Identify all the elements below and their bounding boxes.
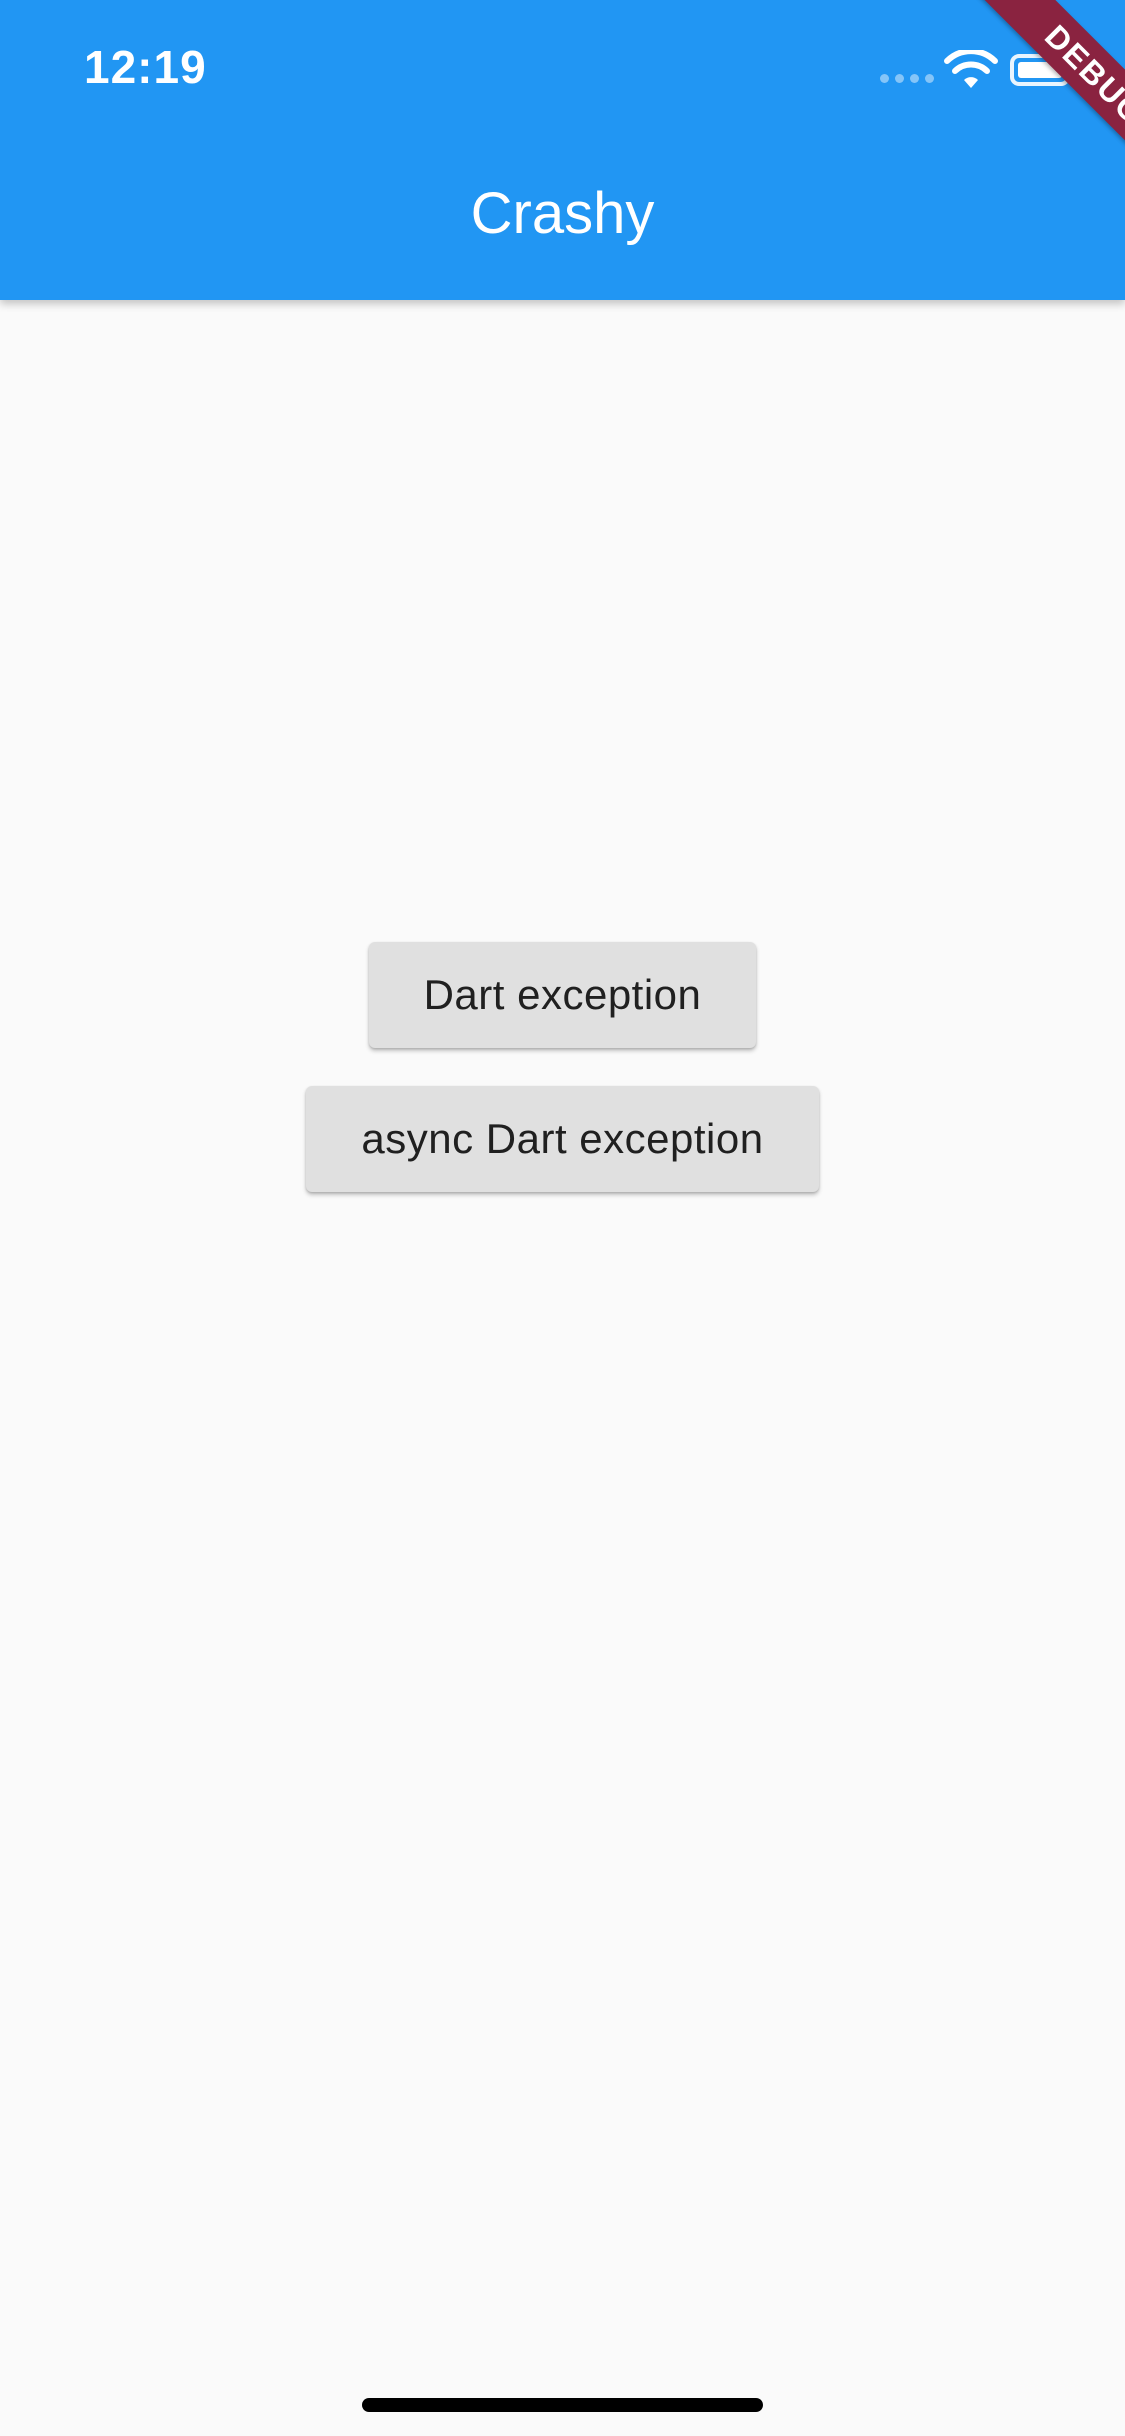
dart-exception-button[interactable]: Dart exception [369, 942, 756, 1048]
battery-icon [1010, 54, 1070, 86]
home-indicator[interactable] [362, 2398, 763, 2412]
status-bar-time: 12:19 [84, 41, 207, 93]
async-dart-exception-button[interactable]: async Dart exception [306, 1086, 819, 1192]
signal-dots-icon [880, 74, 934, 83]
wifi-icon [944, 50, 998, 88]
main-content [0, 300, 1125, 2436]
app-bar: 12:19 Crashy [0, 0, 1125, 300]
page-title: Crashy [470, 181, 655, 246]
